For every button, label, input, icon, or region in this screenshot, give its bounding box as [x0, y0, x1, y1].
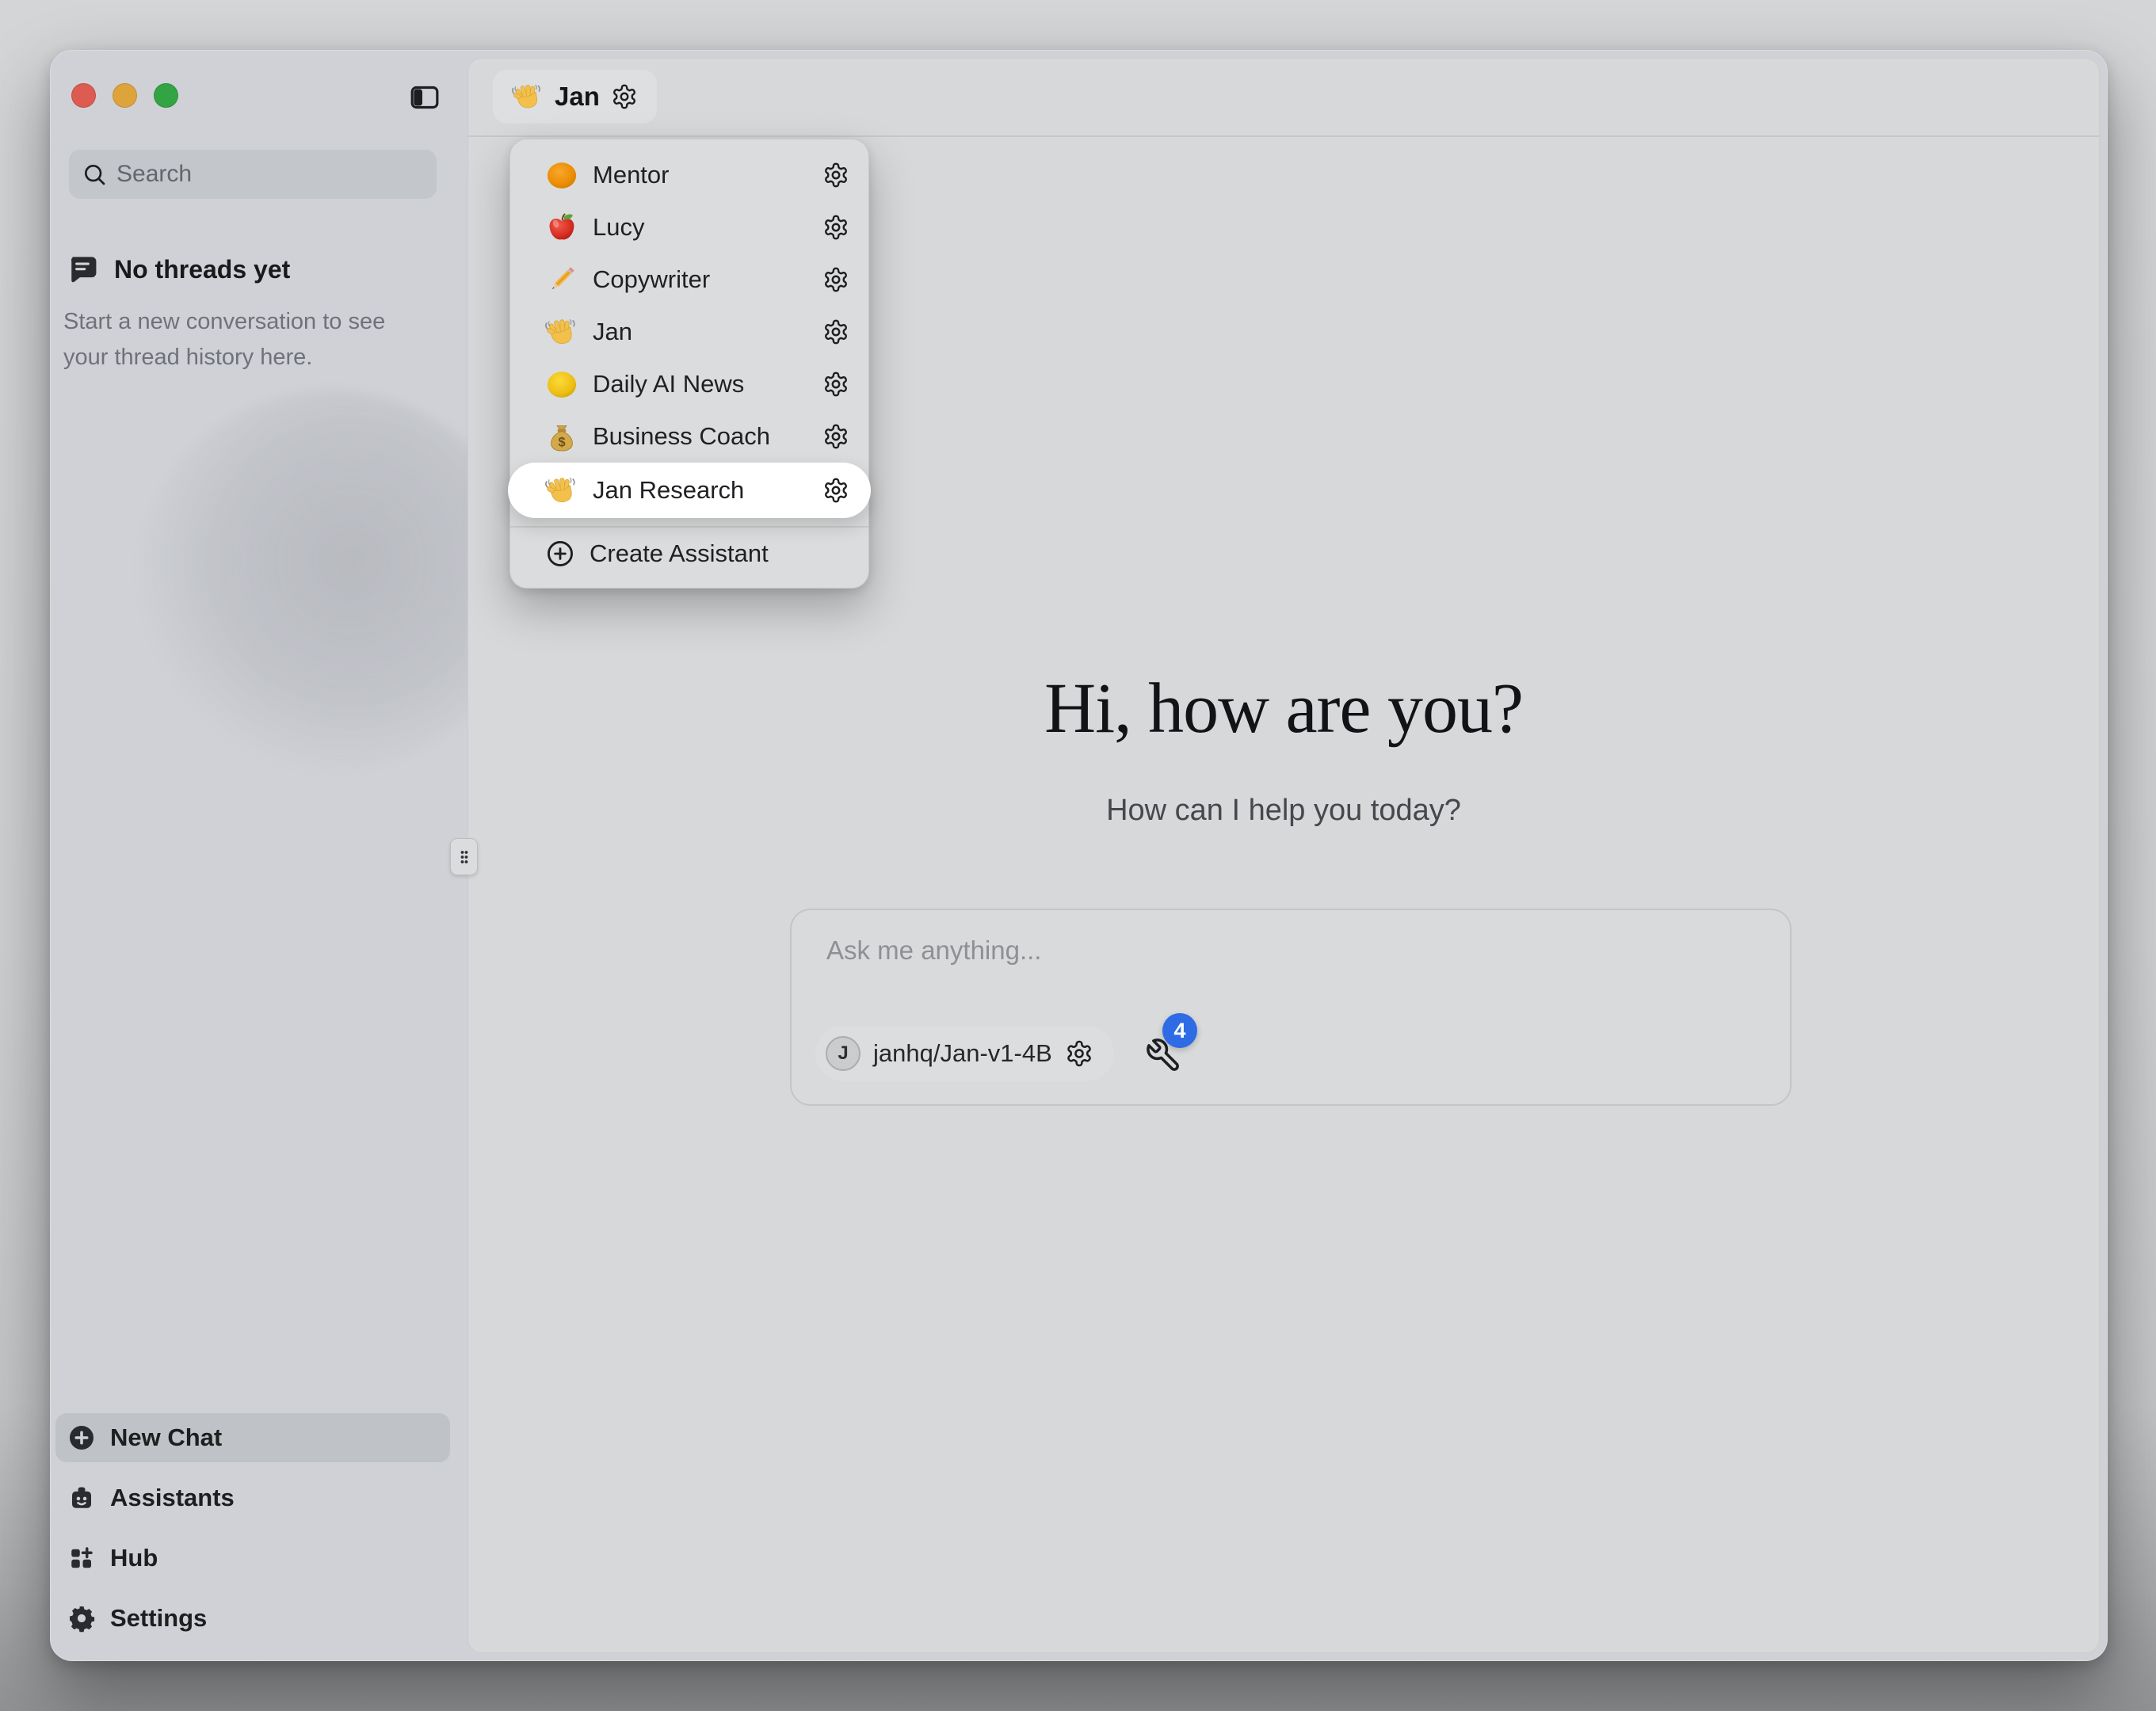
gear-icon[interactable] — [822, 162, 849, 189]
sidebar-resize-handle[interactable] — [450, 838, 478, 875]
sidebar-item-settings[interactable]: Settings — [55, 1594, 450, 1643]
menu-item-label: Jan — [593, 318, 632, 346]
menu-item-mentor[interactable]: Mentor — [510, 149, 868, 201]
empty-state-description-line1: Start a new conversation to see — [63, 304, 444, 340]
hub-grid-icon — [67, 1544, 96, 1572]
menu-item-jan-research[interactable]: Jan Research — [508, 463, 871, 518]
menu-item-label: Daily AI News — [593, 370, 744, 398]
menu-item-jan[interactable]: Jan — [510, 306, 868, 358]
sidebar-item-hub[interactable]: Hub — [55, 1534, 450, 1583]
gear-icon[interactable] — [822, 266, 849, 293]
assistant-selector-label: Jan — [555, 82, 600, 112]
app-window: No threads yet Start a new conversation … — [50, 50, 2108, 1661]
search-input[interactable] — [116, 161, 424, 188]
empty-state-description-line2: your thread history here. — [63, 340, 444, 375]
nav-label: Assistants — [110, 1484, 235, 1512]
menu-item-lucy[interactable]: Lucy — [510, 201, 868, 253]
money-bag-icon — [545, 420, 578, 453]
gear-icon[interactable] — [822, 477, 849, 504]
message-input[interactable] — [826, 936, 1755, 1007]
menu-item-label: Copywriter — [593, 265, 710, 294]
yellow-circle-icon — [545, 368, 578, 401]
sidebar-nav: New Chat Assistants Hub Settings — [55, 1413, 450, 1654]
menu-item-label: Business Coach — [593, 422, 770, 451]
gear-icon — [67, 1604, 96, 1633]
bot-icon — [67, 1484, 96, 1512]
wave-icon — [545, 315, 578, 349]
assistant-menu: Mentor Lucy Copywriter Jan — [509, 139, 869, 589]
orange-circle-icon — [545, 158, 578, 192]
pencil-icon — [545, 263, 578, 296]
main-header: Jan — [467, 58, 2100, 137]
circle-plus-icon — [545, 539, 575, 569]
greeting-subtitle: How can I help you today? — [467, 794, 2100, 828]
gear-icon[interactable] — [822, 318, 849, 345]
sidebar-toggle-icon — [409, 82, 441, 113]
composer[interactable]: J janhq/Jan-v1-4B 4 — [790, 909, 1792, 1106]
create-assistant-button[interactable]: Create Assistant — [510, 529, 868, 578]
gear-icon[interactable] — [822, 214, 849, 241]
apple-icon — [545, 211, 578, 244]
nav-label: Hub — [110, 1544, 158, 1572]
main-panel: Jan Mentor Lucy Copywriter — [467, 58, 2100, 1653]
sidebar-item-assistants[interactable]: Assistants — [55, 1473, 450, 1522]
search-icon — [82, 162, 107, 187]
gear-icon[interactable] — [822, 423, 849, 450]
nav-label: New Chat — [110, 1423, 222, 1452]
sidebar-toggle-button[interactable] — [409, 82, 441, 113]
search-box[interactable] — [69, 150, 437, 199]
threads-empty-state: No threads yet Start a new conversation … — [63, 252, 444, 375]
close-window-button[interactable] — [71, 83, 96, 108]
drag-dots-icon — [459, 849, 470, 865]
wave-icon — [545, 474, 578, 507]
menu-divider — [510, 526, 868, 528]
traffic-lights — [71, 83, 178, 108]
menu-item-label: Jan Research — [593, 476, 744, 505]
gear-icon[interactable] — [1065, 1039, 1093, 1068]
model-avatar: J — [826, 1036, 860, 1071]
plus-circle-icon — [67, 1423, 96, 1452]
tools-button[interactable]: 4 — [1145, 1037, 1208, 1084]
model-selector[interactable]: J janhq/Jan-v1-4B — [815, 1026, 1114, 1081]
sidebar: No threads yet Start a new conversation … — [50, 50, 467, 1661]
gear-icon[interactable] — [611, 83, 638, 110]
new-chat-button[interactable]: New Chat — [55, 1413, 450, 1462]
tools-count-badge: 4 — [1162, 1013, 1197, 1048]
model-name: janhq/Jan-v1-4B — [873, 1039, 1052, 1068]
menu-item-copywriter[interactable]: Copywriter — [510, 253, 868, 306]
zoom-window-button[interactable] — [154, 83, 178, 108]
empty-state-title: No threads yet — [114, 255, 290, 284]
assistant-selector-button[interactable]: Jan — [493, 70, 657, 124]
greeting: Hi, how are you? How can I help you toda… — [467, 668, 2100, 828]
menu-item-business-coach[interactable]: Business Coach — [510, 410, 868, 463]
desktop: No threads yet Start a new conversation … — [0, 0, 2156, 1711]
greeting-title: Hi, how are you? — [467, 668, 2100, 749]
chat-bubble-icon — [65, 252, 100, 287]
menu-item-label: Lucy — [593, 213, 644, 242]
menu-item-daily-ai-news[interactable]: Daily AI News — [510, 358, 868, 410]
nav-label: Settings — [110, 1604, 207, 1633]
create-assistant-label: Create Assistant — [590, 539, 769, 568]
minimize-window-button[interactable] — [113, 83, 137, 108]
menu-item-label: Mentor — [593, 161, 669, 189]
gear-icon[interactable] — [822, 371, 849, 398]
wave-icon — [512, 81, 544, 112]
